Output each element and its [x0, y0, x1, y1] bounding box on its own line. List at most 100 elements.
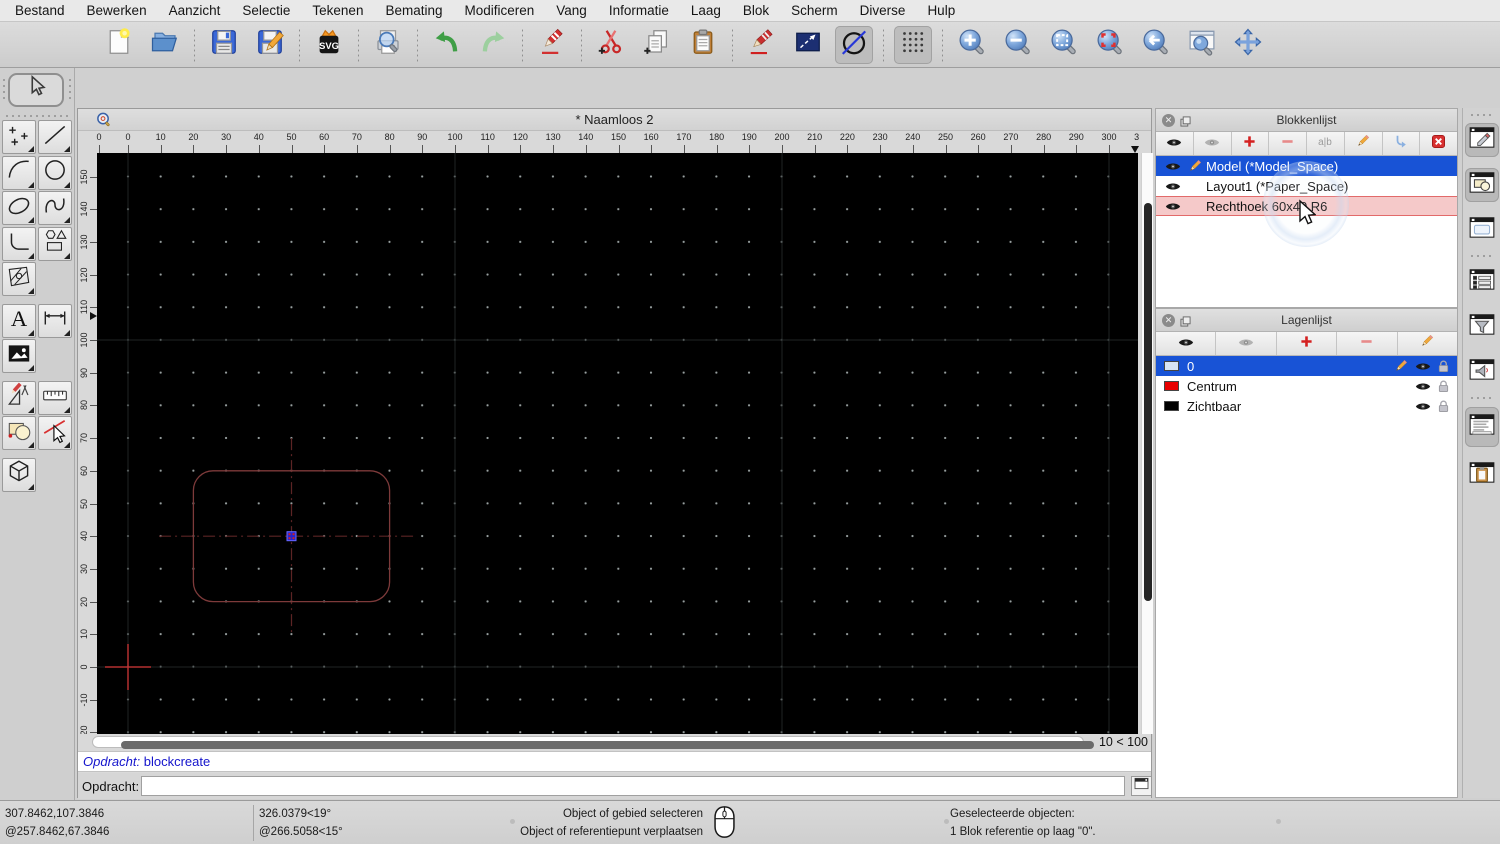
vertical-scrollbar-thumb[interactable]	[1144, 203, 1152, 601]
menu-bewerken[interactable]: Bewerken	[76, 0, 158, 22]
minus-button[interactable]	[1337, 332, 1398, 355]
layer-list-item[interactable]: Zichtbaar	[1156, 396, 1457, 416]
command-trigger-toggle[interactable]	[1465, 355, 1499, 389]
pan-button[interactable]	[1229, 26, 1267, 64]
rename-button[interactable]: a|b	[1307, 132, 1345, 155]
application-preferences-button[interactable]	[789, 26, 827, 64]
command-window-button[interactable]	[1131, 776, 1152, 796]
menu-laag[interactable]: Laag	[680, 0, 732, 22]
property-editor-toggle[interactable]	[1465, 123, 1499, 157]
zoom-out-button[interactable]	[999, 26, 1037, 64]
layer-color-swatch[interactable]	[1164, 361, 1179, 371]
block-tools-tool-button[interactable]	[2, 416, 36, 450]
menu-blok[interactable]: Blok	[732, 0, 780, 22]
zoom-in-button[interactable]	[953, 26, 991, 64]
delete-erase-button[interactable]	[533, 26, 571, 64]
layer-list-item[interactable]: 0	[1156, 356, 1457, 376]
undo-button[interactable]	[428, 26, 466, 64]
copy-button[interactable]	[638, 26, 676, 64]
dimension-tool-button[interactable]	[38, 303, 72, 338]
lock-icon[interactable]	[1438, 360, 1449, 373]
paste-button[interactable]	[684, 26, 722, 64]
zoom-window-button[interactable]	[1183, 26, 1221, 64]
points-tool-button[interactable]	[2, 120, 36, 154]
redo-button[interactable]	[474, 26, 512, 64]
block-list-panel-toggle[interactable]	[1465, 168, 1499, 202]
circle-tool-button[interactable]	[38, 155, 72, 190]
polyline-tool-button[interactable]	[2, 226, 36, 261]
grid-toggle-button[interactable]	[894, 25, 932, 64]
lock-icon[interactable]	[1438, 400, 1449, 413]
plus-button[interactable]	[1277, 332, 1338, 355]
eye-icon[interactable]	[1165, 201, 1181, 212]
block-list-item[interactable]: Model (*Model_Space)	[1156, 156, 1457, 176]
image-tool-button[interactable]	[2, 339, 36, 373]
zoom-selection-button[interactable]	[1091, 26, 1129, 64]
eye-icon[interactable]	[1415, 381, 1431, 392]
layer-color-swatch[interactable]	[1164, 381, 1179, 391]
eye-icon[interactable]	[1165, 161, 1181, 172]
solid-tool-button[interactable]	[2, 457, 36, 492]
text-tool-button[interactable]: A	[2, 303, 36, 338]
pencil-button[interactable]	[1345, 132, 1383, 155]
previous-view-button[interactable]	[1137, 26, 1175, 64]
eye-icon[interactable]	[1165, 181, 1181, 192]
menu-diverse[interactable]: Diverse	[849, 0, 917, 22]
selection-tool-button[interactable]	[8, 73, 64, 107]
menu-scherm[interactable]: Scherm	[780, 0, 849, 22]
selection-filter-toggle[interactable]	[1465, 213, 1499, 247]
line-tool-button[interactable]	[38, 120, 72, 154]
strip-drag-handle[interactable]	[1469, 113, 1495, 117]
shapes-tool-button[interactable]	[38, 226, 72, 261]
eye-off-button[interactable]	[1194, 132, 1232, 155]
svg-export-button[interactable]: SVG	[310, 26, 348, 64]
plus-button[interactable]	[1232, 132, 1270, 155]
horizontal-scrollbar[interactable]: 10 < 100	[78, 734, 1151, 751]
pencil-icon[interactable]	[1188, 159, 1202, 173]
eye-button[interactable]	[1156, 332, 1217, 355]
eye-icon[interactable]	[1415, 401, 1431, 412]
draft-mode-button[interactable]	[835, 25, 873, 64]
block-list-item[interactable]: Rechthoek 60x40 R6	[1156, 196, 1457, 216]
spline-tool-button[interactable]	[38, 191, 72, 225]
save-button[interactable]	[205, 26, 243, 64]
hatch-tool-button[interactable]	[2, 262, 36, 296]
delete-block-button[interactable]	[1420, 132, 1457, 155]
pencil-button[interactable]	[1398, 332, 1457, 355]
clipboard-panel-toggle[interactable]	[1465, 458, 1499, 492]
lock-icon[interactable]	[1438, 380, 1449, 393]
insert-block-button[interactable]	[1383, 132, 1421, 155]
drawing-preferences-button[interactable]	[743, 26, 781, 64]
menu-vang[interactable]: Vang	[545, 0, 598, 22]
command-line-panel-toggle[interactable]	[1465, 407, 1499, 447]
vertical-scrollbar[interactable]	[1141, 153, 1153, 734]
selection-tools-tool-button[interactable]	[38, 416, 72, 450]
layer-list-item[interactable]: Centrum	[1156, 376, 1457, 396]
arc-tool-button[interactable]	[2, 155, 36, 190]
block-reference-point[interactable]	[286, 531, 297, 542]
auto-zoom-button[interactable]	[1045, 26, 1083, 64]
menu-hulp[interactable]: Hulp	[916, 0, 966, 22]
measure-tool-button[interactable]	[38, 380, 72, 415]
pencil-icon[interactable]	[1394, 359, 1408, 373]
save-as-button[interactable]	[251, 26, 289, 64]
modify-tool-button[interactable]	[2, 380, 36, 415]
menu-bestand[interactable]: Bestand	[4, 0, 76, 22]
menu-tekenen[interactable]: Tekenen	[301, 0, 374, 22]
horizontal-scrollbar-thumb[interactable]	[121, 741, 1094, 749]
palette-drag-handle[interactable]	[68, 77, 72, 103]
eye-button[interactable]	[1156, 132, 1194, 155]
menu-selectie[interactable]: Selectie	[231, 0, 301, 22]
menu-bemating[interactable]: Bemating	[374, 0, 453, 22]
menu-aanzicht[interactable]: Aanzicht	[158, 0, 232, 22]
new-file-button[interactable]	[100, 26, 138, 64]
block-list-item[interactable]: Layout1 (*Paper_Space)	[1156, 176, 1457, 196]
eye-icon[interactable]	[1415, 361, 1431, 372]
cut-button[interactable]	[592, 26, 630, 64]
horizontal-scrollbar-groove[interactable]	[92, 736, 1094, 749]
print-preview-button[interactable]	[369, 26, 407, 64]
object-filter-toggle[interactable]	[1465, 310, 1499, 344]
menu-informatie[interactable]: Informatie	[598, 0, 680, 22]
open-file-button[interactable]	[146, 26, 184, 64]
layer-color-swatch[interactable]	[1164, 401, 1179, 411]
